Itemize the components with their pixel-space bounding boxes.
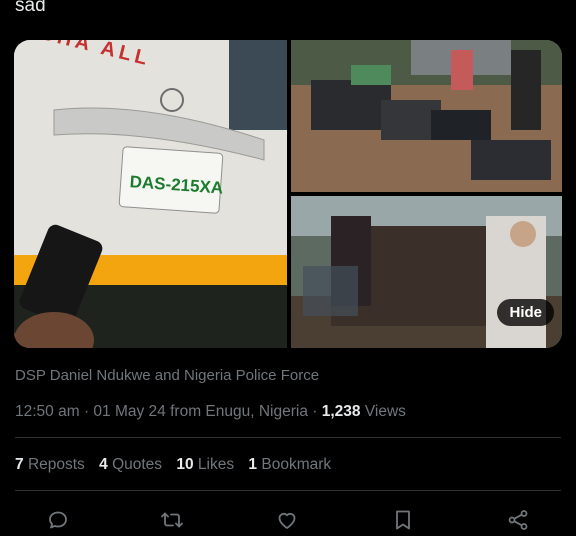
reposts-stat[interactable]: 7 Reposts — [15, 456, 85, 473]
tweet-text: sad — [15, 0, 46, 16]
quotes-stat[interactable]: 4 Quotes — [99, 456, 162, 473]
action-bar — [0, 504, 576, 536]
tweet-meta: 12:50 am · 01 May 24 from Enugu, Nigeria… — [15, 403, 406, 421]
divider — [15, 490, 561, 491]
views-label: Views — [364, 403, 406, 420]
share-icon[interactable] — [506, 508, 530, 532]
hide-media-button[interactable]: Hide — [497, 299, 554, 326]
meta-separator: · — [83, 403, 94, 420]
divider — [15, 437, 561, 438]
photo-burning-vehicle[interactable]: Hide — [291, 196, 562, 348]
tweet-time[interactable]: 12:50 am — [15, 403, 80, 420]
tweet-date[interactable]: 01 May 24 — [93, 403, 165, 420]
bookmarks-stat[interactable]: 1 Bookmark — [248, 456, 331, 473]
views-count: 1,238 — [321, 403, 361, 420]
tweet-source: from Enugu, Nigeria — [170, 403, 308, 420]
bookmark-icon[interactable] — [391, 508, 415, 532]
media-grid: DAS-215XA ASHA ALL Hide — [14, 40, 562, 348]
engagement-stats: 7 Reposts 4 Quotes 10 Likes 1 Bookmark — [15, 456, 341, 474]
like-icon[interactable] — [275, 508, 299, 532]
reply-icon[interactable] — [46, 508, 70, 532]
photo-scene-ground[interactable] — [291, 40, 562, 192]
repost-icon[interactable] — [160, 508, 184, 532]
likes-stat[interactable]: 10 Likes — [176, 456, 234, 473]
photo-bus-plate[interactable]: DAS-215XA ASHA ALL — [14, 40, 287, 348]
media-attribution[interactable]: DSP Daniel Ndukwe and Nigeria Police For… — [15, 367, 319, 384]
meta-separator: · — [312, 403, 322, 420]
